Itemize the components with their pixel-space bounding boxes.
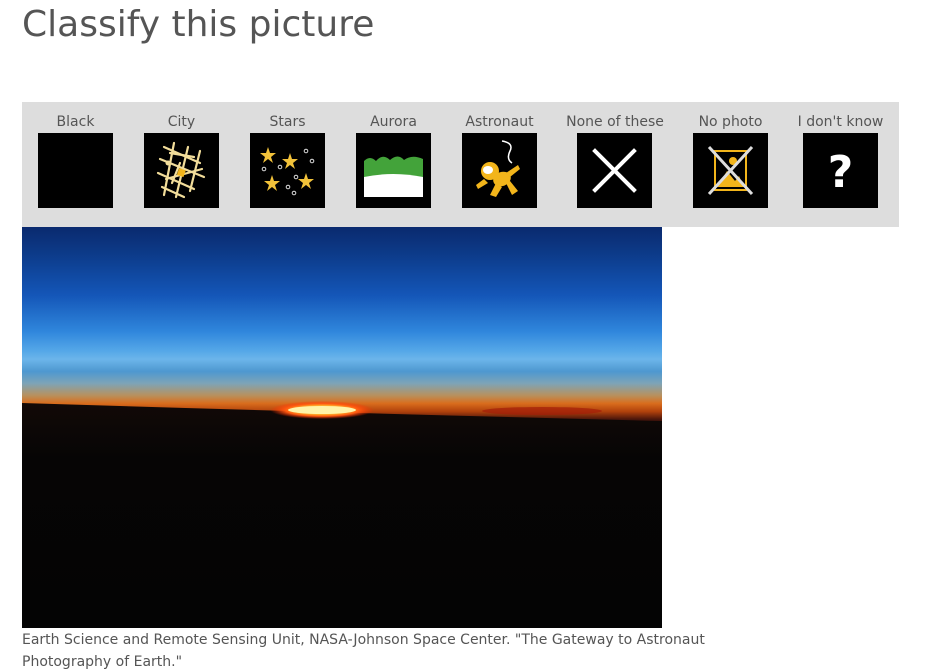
option-label: Astronaut xyxy=(465,114,534,130)
page-title: Classify this picture xyxy=(22,4,375,45)
option-label: No photo xyxy=(698,114,763,130)
option-label: None of these xyxy=(566,114,664,130)
svg-text:?: ? xyxy=(828,147,854,198)
stars-icon[interactable] xyxy=(250,133,325,208)
question-mark-icon[interactable]: ? xyxy=(803,133,878,208)
option-label: I don't know xyxy=(797,114,884,130)
astronaut-icon[interactable] xyxy=(462,133,537,208)
x-mark-icon[interactable] xyxy=(577,133,652,208)
photo-caption: Earth Science and Remote Sensing Unit, N… xyxy=(22,632,705,670)
aurora-icon[interactable] xyxy=(356,133,431,208)
no-photo-icon[interactable] xyxy=(693,133,768,208)
page: Classify this picture Black City Stars A… xyxy=(0,0,927,671)
option-label: Black xyxy=(56,114,95,130)
option-label: City xyxy=(167,114,196,130)
option-label: Aurora xyxy=(370,114,417,130)
black-square-icon[interactable] xyxy=(38,133,113,208)
option-label: Stars xyxy=(269,114,306,130)
classification-toolbar: Black City Stars Aurora Astronaut None o… xyxy=(22,102,899,227)
city-map-icon[interactable] xyxy=(144,133,219,208)
earth-sunset-photo xyxy=(22,227,662,628)
